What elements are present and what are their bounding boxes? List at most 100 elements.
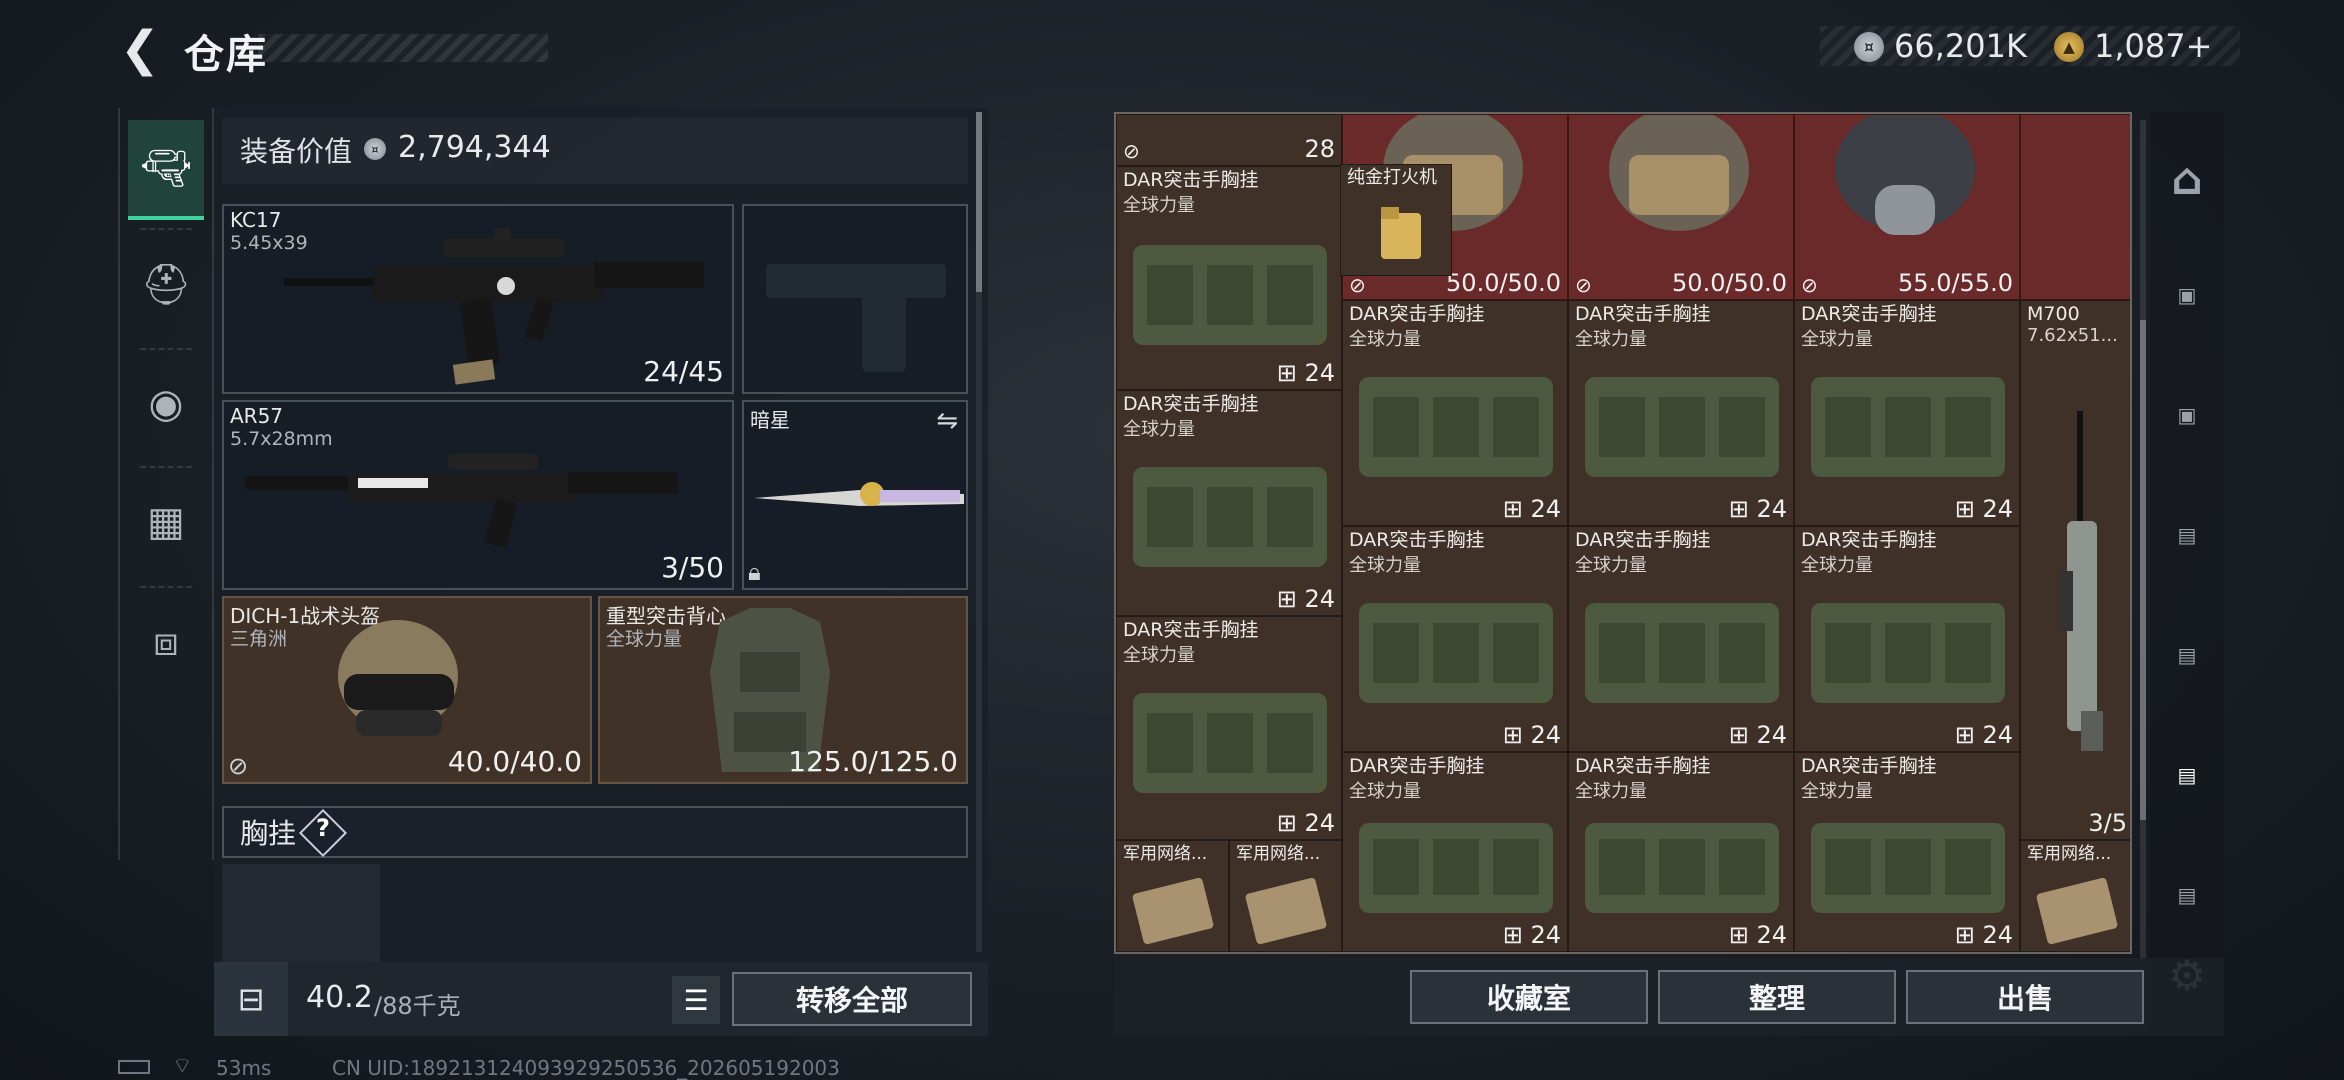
helmet-durability: 40.0/40.0 (447, 745, 582, 778)
chest-rig-slot[interactable] (222, 864, 380, 962)
storage-tab-3[interactable]: ▤ (2154, 502, 2220, 568)
item-origin: 全球力量 (1123, 645, 1195, 666)
item-name: DAR突击手胸挂 (1575, 755, 1711, 777)
divider (140, 228, 192, 230)
secondary-weapon-slot[interactable]: AR57 5.7x28mm 3/50 (222, 400, 734, 590)
rig-bag-image (1359, 603, 1553, 703)
storage-item[interactable]: ⊘ 28 (1116, 114, 1342, 166)
item-name: 军用网络... (2027, 844, 2112, 864)
currency-gold-value[interactable]: 1,087+ (2094, 27, 2212, 65)
item-name: 军用网络... (1236, 844, 1321, 864)
rig-bag-image (1585, 823, 1779, 913)
storage-item-dar[interactable]: DAR突击手胸挂 全球力量 ⊞ 24 (1568, 752, 1794, 952)
item-name: DAR突击手胸挂 (1123, 169, 1259, 191)
storage-tab-5[interactable]: ▤ (2154, 742, 2220, 808)
storage-grid: ⊘ 28 ⊘ 50.0/50.0 ⊘ 50.0/50.0 ⊘ 55.0/55.0… (1114, 112, 2132, 954)
smg-image (244, 454, 678, 549)
item-name: DAR突击手胸挂 (1801, 755, 1937, 777)
melee-slot[interactable]: 暗星 ⇋ 🔒︎ (742, 400, 968, 590)
ammo-box-image (1132, 877, 1214, 945)
category-weapons[interactable]: 🔫︎ (128, 120, 204, 220)
sort-button[interactable]: 整理 (1658, 970, 1896, 1024)
item-count: ⊞ 24 (1502, 921, 1561, 949)
item-origin: 全球力量 (1349, 555, 1421, 576)
storage-item-red[interactable] (2020, 114, 2130, 300)
storage-item-dar[interactable]: DAR突击手胸挂 全球力量 ⊞ 24 (1794, 300, 2020, 526)
item-origin: 全球力量 (1801, 781, 1873, 802)
swap-icon[interactable]: ⇋ (936, 406, 958, 436)
category-vest[interactable]: ▦ (128, 474, 204, 570)
storage-item-ammo-box[interactable]: 军用网络... (1116, 840, 1229, 952)
storage-item-dar[interactable]: DAR突击手胸挂 全球力量 ⊞ 24 (1568, 526, 1794, 752)
item-count: ⊞ 24 (1728, 721, 1787, 749)
storage-item-dar[interactable]: DAR突击手胸挂 全球力量 ⊞ 24 (1342, 526, 1568, 752)
item-count: ⊞ 24 (1728, 495, 1787, 523)
category-bag[interactable]: ◉ (128, 356, 204, 452)
helmet-item[interactable]: ⊘ 55.0/55.0 (1794, 114, 2020, 300)
list-icon: ☰ (683, 983, 709, 1017)
armor-durability: 125.0/125.0 (788, 745, 958, 778)
no-repair-icon: ⊘ (1575, 273, 1592, 297)
pistol-slot[interactable] (742, 204, 968, 394)
storage-item-ammo-box[interactable]: 军用网络... (2020, 840, 2130, 952)
helmet-origin: 三角洲 (230, 628, 288, 650)
storage-item-lighter[interactable]: 纯金打火机 (1340, 164, 1452, 276)
help-icon[interactable]: ? (306, 814, 340, 842)
gti-box-icon: ▤ (2177, 523, 2197, 547)
wifi-icon: ⌔ (172, 1054, 193, 1079)
storage-item-dar[interactable]: DAR突击手胸挂 全球力量 ⊞ 24 (1794, 526, 2020, 752)
scrollbar-thumb[interactable] (976, 112, 982, 292)
item-name: DAR突击手胸挂 (1575, 303, 1711, 325)
item-origin: 全球力量 (1349, 329, 1421, 350)
page-title: 仓库 (184, 32, 268, 78)
gti-box-icon: ▤ (2177, 763, 2197, 787)
no-repair-icon: ⊘ (1123, 139, 1140, 163)
category-toolbox[interactable]: ⧈ (128, 594, 204, 690)
item-count: ⊞ 24 (1954, 495, 2013, 523)
item-origin: 全球力量 (1801, 555, 1873, 576)
storage-item-dar[interactable]: DAR突击手胸挂 全球力量 ⊞ 24 (1116, 390, 1342, 616)
helmet-slot[interactable]: DICH-1战术头盔 三角洲 ⊘ 40.0/40.0 (222, 596, 592, 784)
collection-room-button[interactable]: 收藏室 (1410, 970, 1648, 1024)
pistol-icon: 🔫︎ (140, 145, 192, 192)
storage-item-dar[interactable]: DAR突击手胸挂 全球力量 ⊞ 24 (1794, 752, 2020, 952)
vest-icon: ▦ (147, 499, 185, 545)
ammo-box-image (1245, 877, 1327, 945)
item-count: ⊞ 24 (1954, 721, 2013, 749)
helmet-item[interactable]: ⊘ 50.0/50.0 (1568, 114, 1794, 300)
storage-item-dar[interactable]: DAR突击手胸挂 全球力量 ⊞ 24 (1116, 616, 1342, 840)
rig-bag-image (1359, 823, 1553, 913)
storage-tab-6[interactable]: ▤ (2154, 862, 2220, 928)
storage-item-dar[interactable]: DAR突击手胸挂 全球力量 ⊞ 24 (1342, 752, 1568, 952)
category-backpack[interactable]: ⛑︎ (128, 236, 204, 332)
item-name: DAR突击手胸挂 (1801, 529, 1937, 551)
armor-slot[interactable]: 重型突击背心 全球力量 125.0/125.0 (598, 596, 968, 784)
rig-bag-image (1359, 377, 1553, 477)
weight-icon: ⊟ (214, 962, 288, 1036)
storage-item-rifle[interactable]: M700 7.62x51... 3/5 (2020, 300, 2130, 840)
storage-box-icon: ▣ (2177, 403, 2197, 427)
ammo-count: 3/50 (661, 551, 724, 584)
storage-tab-home[interactable]: ⌂ (2154, 146, 2220, 212)
storage-item-dar[interactable]: DAR突击手胸挂 全球力量 ⊞ 24 (1116, 166, 1342, 390)
primary-weapon-slot[interactable]: KC17 5.45x39 24/45 (222, 204, 734, 394)
item-count: ⊞ 24 (1276, 585, 1335, 613)
item-count: ⊞ 24 (1502, 495, 1561, 523)
storage-item-dar[interactable]: DAR突击手胸挂 全球力量 ⊞ 24 (1568, 300, 1794, 526)
item-count: ⊞ 24 (1954, 921, 2013, 949)
rig-bag-image (1133, 245, 1327, 345)
item-origin: 全球力量 (1123, 195, 1195, 216)
storage-tab-1[interactable]: ▣ (2154, 262, 2220, 328)
item-count: 28 (1304, 135, 1335, 163)
list-view-button[interactable]: ☰ (672, 976, 720, 1024)
ping-text: 53ms (216, 1056, 272, 1080)
storage-item-ammo-box[interactable]: 军用网络... (1229, 840, 1342, 952)
back-button[interactable]: ❮ (118, 21, 162, 77)
sell-button[interactable]: 出售 (1906, 970, 2144, 1024)
storage-item-dar[interactable]: DAR突击手胸挂 全球力量 ⊞ 24 (1342, 300, 1568, 526)
storage-tab-4[interactable]: ▤ (2154, 622, 2220, 688)
storage-tab-2[interactable]: ▣ (2154, 382, 2220, 448)
scrollbar-thumb[interactable] (2140, 320, 2146, 820)
transfer-all-button[interactable]: 转移全部 (732, 972, 972, 1026)
rig-bag-image (1811, 823, 2005, 913)
